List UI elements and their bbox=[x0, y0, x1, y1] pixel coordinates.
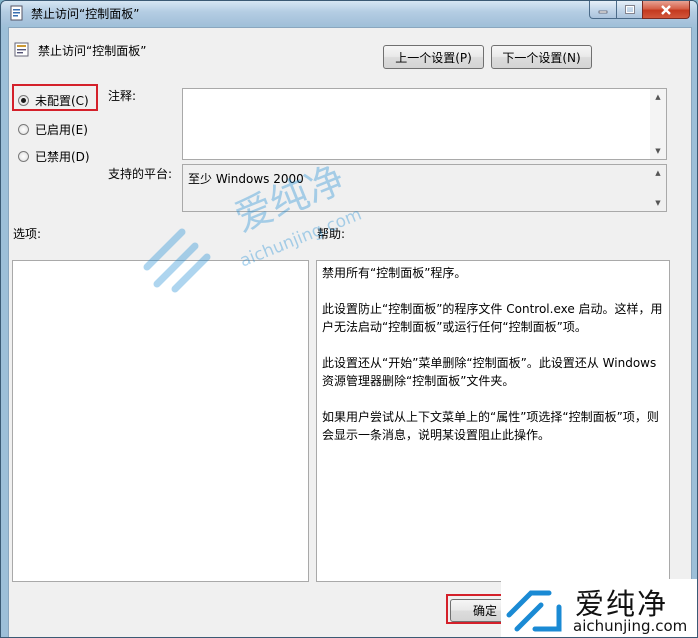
radio-enabled[interactable]: 已启用(E) bbox=[18, 121, 88, 138]
scroll-up-icon[interactable]: ▲ bbox=[650, 89, 666, 105]
comment-textarea[interactable]: ▲ ▼ bbox=[182, 88, 667, 160]
window-title: 禁止访问“控制面板” bbox=[31, 7, 140, 21]
scroll-up-icon[interactable]: ▲ bbox=[650, 165, 666, 181]
options-label: 选项: bbox=[13, 227, 42, 241]
radio-button[interactable] bbox=[18, 151, 29, 162]
maximize-icon bbox=[624, 5, 635, 14]
radio-label: 已启用(E) bbox=[35, 123, 88, 137]
comment-scrollbar[interactable]: ▲ ▼ bbox=[650, 89, 666, 159]
brand-logo: 爱纯净 aichunjing.com bbox=[501, 579, 697, 637]
minimize-icon bbox=[598, 10, 608, 13]
watermark-logo-icon bbox=[143, 228, 211, 293]
platform-scrollbar[interactable]: ▲ ▼ bbox=[650, 165, 666, 211]
next-setting-button[interactable]: 下一个设置(N) bbox=[491, 45, 592, 69]
highlight-box-not-configured bbox=[12, 84, 98, 111]
policy-setting-icon bbox=[14, 42, 29, 57]
policy-icon bbox=[10, 5, 23, 21]
previous-setting-button[interactable]: 上一个设置(P) bbox=[383, 45, 484, 69]
scroll-down-icon[interactable]: ▼ bbox=[650, 143, 666, 159]
close-button[interactable] bbox=[642, 1, 690, 19]
brand-logo-icon bbox=[506, 590, 562, 632]
close-icon bbox=[661, 4, 671, 15]
scroll-down-icon[interactable]: ▼ bbox=[650, 195, 666, 211]
policy-setting-window: 禁止访问“控制面板” 禁止访问“控制面板” 上一个设置(P) 下一个设置(N) … bbox=[0, 0, 698, 638]
title-bar[interactable]: 禁止访问“控制面板” bbox=[1, 1, 697, 25]
help-paragraph: 如果用户尝试从上下文菜单上的“属性”项选择“控制面板”项，则会显示一条消息，说明… bbox=[322, 410, 659, 442]
help-paragraph: 此设置还从“开始”菜单删除“控制面板”。此设置还从 Windows 资源管理器删… bbox=[322, 356, 657, 388]
policy-name: 禁止访问“控制面板” bbox=[38, 44, 147, 58]
maximize-button[interactable] bbox=[616, 1, 643, 19]
watermark: 爱纯净 aichunjing.com bbox=[137, 157, 377, 319]
dialog-client-area: 禁止访问“控制面板” 上一个设置(P) 下一个设置(N) 未配置(C) 已启用(… bbox=[8, 27, 692, 637]
radio-label: 已禁用(D) bbox=[35, 150, 90, 164]
minimize-button[interactable] bbox=[589, 1, 617, 19]
comment-label: 注释: bbox=[108, 89, 137, 103]
brand-domain: aichunjing.com bbox=[573, 617, 688, 635]
radio-disabled[interactable]: 已禁用(D) bbox=[18, 148, 90, 165]
radio-button[interactable] bbox=[18, 124, 29, 135]
